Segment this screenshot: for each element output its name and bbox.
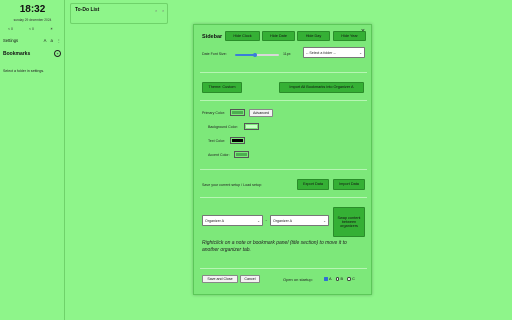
hide-clock-button[interactable]: Hide Clock	[225, 31, 260, 41]
bookmarks-title: Bookmarks	[3, 50, 31, 57]
weather-item: < 0	[29, 27, 34, 31]
advanced-button[interactable]: Advanced	[249, 109, 273, 117]
open-on-startup-label: Open on startup:	[283, 277, 313, 282]
date-font-size-label: Date Font Size:	[202, 52, 227, 56]
font-size-slider-fill[interactable]	[235, 54, 255, 56]
settings-modal: × Sidebar Hide Clock Hide Date Hide Day …	[193, 24, 372, 295]
accent-color-swatch[interactable]	[234, 151, 249, 158]
organizer-left-select[interactable]: Organizer A ⌄	[202, 215, 263, 226]
organizer-right-value: Organizer A	[273, 218, 292, 223]
folder-select[interactable]: -- Select a folder -- ⌄	[303, 47, 365, 58]
import-bookmarks-button[interactable]: Import All Bookmarks into Organizer A	[279, 82, 364, 93]
bookmarks-header: Bookmarks +	[3, 50, 61, 57]
modal-title: Sidebar	[202, 34, 223, 40]
font-size-slider-thumb[interactable]	[252, 52, 257, 57]
startup-options: A B C	[324, 277, 359, 281]
left-sidebar: 18:32 sunday 29 december 2024 < 0 < 0 ☀ …	[0, 0, 65, 320]
radio-icon[interactable]	[347, 277, 351, 281]
startup-option-c[interactable]: C	[347, 277, 355, 281]
close-icon[interactable]: ×	[162, 8, 164, 13]
text-color-label: Text Color:	[208, 139, 226, 143]
sun-icon: ☀	[50, 27, 54, 31]
minimize-icon[interactable]: ×	[155, 8, 157, 13]
todo-panel[interactable]: To-Do List × ×	[70, 3, 168, 24]
divider	[200, 197, 367, 198]
divider	[200, 169, 367, 170]
accent-color-label: Accent Color:	[208, 153, 230, 157]
primary-color-label: Primary Color:	[202, 111, 225, 115]
divider	[200, 72, 367, 73]
hide-date-button[interactable]: Hide Date	[262, 31, 295, 41]
radio-icon[interactable]	[335, 277, 340, 281]
font-size-value: 11px	[283, 52, 291, 56]
weather-item: < 0	[8, 27, 13, 31]
chevron-down-icon: ⌄	[323, 218, 326, 223]
primary-color-swatch[interactable]	[230, 109, 245, 116]
save-setup-label: Save your current setup / Load setup:	[202, 183, 262, 187]
organizer-hint: Rightclick on a note or bookmark panel (…	[202, 240, 347, 253]
hide-day-button[interactable]: Hide Day	[297, 31, 330, 41]
divider	[200, 100, 367, 101]
font-size-small-icon[interactable]: a	[50, 38, 52, 43]
chevron-down-icon: ⌄	[257, 218, 260, 223]
folder-select-value: -- Select a folder --	[306, 50, 336, 55]
settings-label[interactable]: Settings	[3, 38, 40, 43]
clock: 18:32	[19, 4, 46, 15]
export-data-button[interactable]: Export Data	[297, 179, 329, 190]
select-folder-hint: Select a folder in settings.	[3, 69, 45, 73]
background-color-label: Background Color:	[208, 125, 238, 129]
more-icon[interactable]: ⋮	[57, 38, 61, 43]
add-icon[interactable]: +	[54, 50, 61, 57]
organizer-right-select[interactable]: Organizer A ⌄	[270, 215, 329, 226]
text-color-swatch[interactable]	[230, 137, 245, 144]
divider	[200, 268, 367, 269]
font-size-icon[interactable]: A	[44, 38, 47, 43]
startup-option-b[interactable]: B	[335, 277, 343, 281]
arrow-icon: →	[264, 218, 268, 222]
organizer-left-value: Organizer A	[205, 218, 224, 223]
save-and-close-button[interactable]: Save and Close	[202, 275, 238, 283]
todo-title: To-Do List	[75, 7, 100, 13]
theme-button[interactable]: Theme: Custom	[202, 82, 242, 93]
cancel-button[interactable]: Cancel	[240, 275, 260, 283]
date-text: sunday 29 december 2024	[13, 18, 52, 22]
checkbox-icon[interactable]	[324, 277, 328, 281]
chevron-down-icon: ⌄	[359, 50, 362, 55]
font-size-slider-track[interactable]	[254, 54, 279, 56]
hide-year-button[interactable]: Hide Year	[333, 31, 366, 41]
startup-option-a[interactable]: A	[324, 277, 332, 281]
swap-content-button[interactable]: Swap content between organizers	[333, 207, 365, 237]
background-color-swatch[interactable]	[244, 123, 259, 130]
settings-row: Settings A a ⋮	[3, 38, 61, 43]
import-data-button[interactable]: Import Data	[333, 179, 365, 190]
